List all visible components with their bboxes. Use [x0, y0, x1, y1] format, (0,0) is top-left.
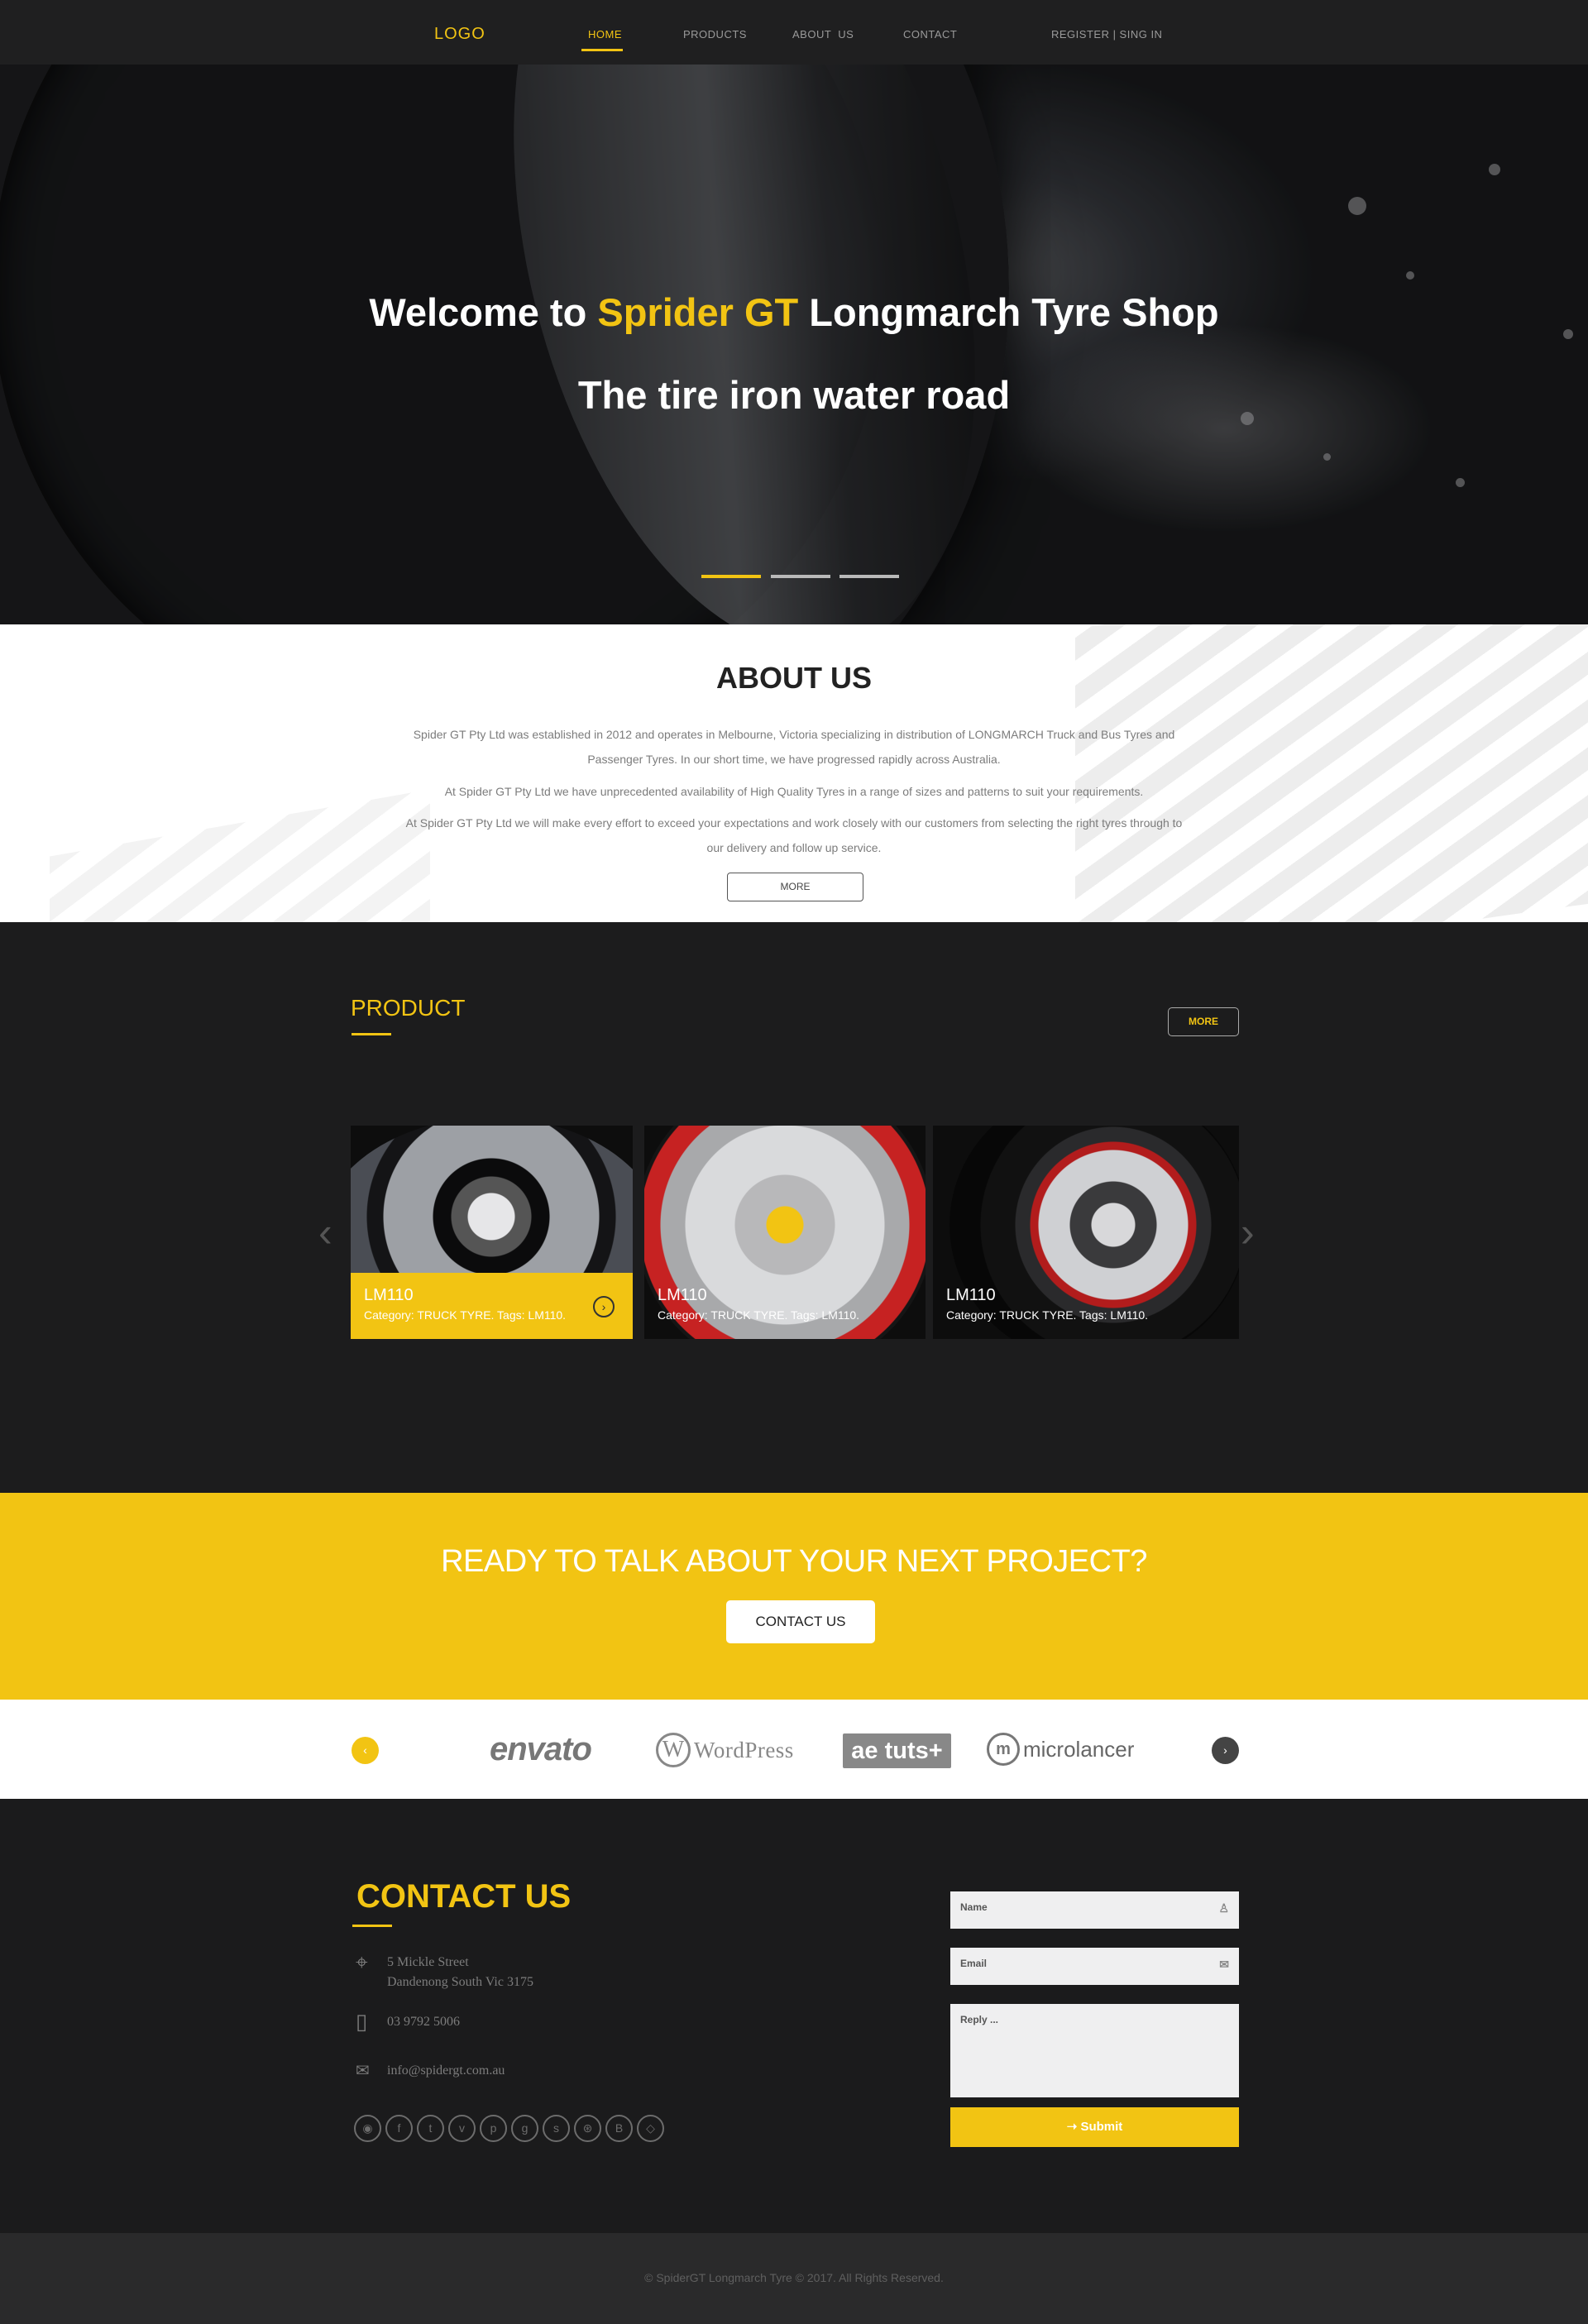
reply-textarea[interactable]: Reply ... [950, 2004, 1239, 2097]
name-field[interactable]: Name ♙ [950, 1891, 1239, 1929]
hero-overlay [0, 65, 1588, 624]
cta-section: READY TO TALK ABOUT YOUR NEXT PROJECT? C… [0, 1493, 1588, 1700]
behance-icon[interactable]: B [605, 2115, 633, 2142]
phone-number[interactable]: 03 9792 5006 [387, 2012, 635, 2032]
hero-title-prefix: Welcome to [369, 290, 598, 334]
product-name: LM110 [946, 1286, 996, 1304]
dribbble-icon[interactable]: ⊛ [574, 2115, 601, 2142]
microlancer-mark-icon: m [987, 1733, 1020, 1766]
product-title: PRODUCT [351, 995, 466, 1021]
name-placeholder: Name [960, 1901, 988, 1913]
hero-title-suffix: Longmarch Tyre Shop [798, 290, 1219, 334]
chevron-left-icon[interactable]: ‹ [352, 1737, 379, 1764]
about-paragraph-2: At Spider GT Pty Ltd we have unprecedent… [444, 785, 1144, 798]
map-pin-icon: ⌖ [356, 1950, 368, 1974]
product-card[interactable]: LM110 Category: TRUCK TYRE. Tags: LM110.… [351, 1126, 633, 1339]
hero-subtitle: The tire iron water road [577, 373, 1011, 417]
product-card[interactable]: LM110 Category: TRUCK TYRE. Tags: LM110. [933, 1126, 1239, 1339]
contact-title-underline [352, 1925, 392, 1927]
about-paragraph-1: Spider GT Pty Ltd was established in 201… [413, 728, 1175, 766]
pinterest-icon[interactable]: p [480, 2115, 507, 2142]
partners-strip: ‹ envato W WordPress ae tuts+ m microlance… [0, 1700, 1588, 1799]
about-title: ABOUT US [716, 661, 872, 695]
email-placeholder: Email [960, 1958, 988, 1969]
email-field[interactable]: Email ✉ [950, 1948, 1239, 1985]
tyre-tread-decoration-left [50, 789, 430, 922]
product-meta: Category: TRUCK TYRE. Tags: LM110. [364, 1308, 567, 1322]
vimeo-icon[interactable]: v [448, 2115, 476, 2142]
hero-title-brand: Sprider GT [597, 290, 799, 334]
mobile-phone-icon: ▯ [356, 2010, 368, 2034]
product-card-info: LM110 Category: TRUCK TYRE. Tags: LM110.… [351, 1273, 633, 1339]
skype-icon[interactable]: s [543, 2115, 570, 2142]
envato-logo[interactable]: envato [490, 1731, 592, 1768]
hero-banner: Welcome to Sprider GT Longmarch Tyre Sho… [0, 65, 1588, 624]
dropbox-icon[interactable]: ◇ [637, 2115, 664, 2142]
product-more-button[interactable]: MORE [1168, 1007, 1239, 1036]
slider-indicator-2[interactable] [771, 575, 830, 578]
chevron-right-icon[interactable]: › [1241, 1212, 1255, 1253]
copyright-text: © SpiderGT Longmarch Tyre © 2017. All Ri… [644, 2271, 944, 2284]
microlancer-logo[interactable]: m microlancer [987, 1733, 1134, 1766]
contact-section: CONTACT US ⌖ 5 Mickle Street Dandenong S… [0, 1799, 1588, 2233]
submit-label: Submit [1080, 2120, 1123, 2134]
chevron-right-circle-icon[interactable]: › [593, 1296, 615, 1317]
social-links: ◉ f t v p g s ⊛ B ◇ [354, 2115, 668, 2142]
email-address[interactable]: info@spidergt.com.au [387, 2061, 635, 2081]
nav-item-about-us[interactable]: ABOUT US [792, 28, 854, 41]
contact-title: CONTACT US [356, 1878, 572, 1915]
wordpress-logo[interactable]: W WordPress [656, 1733, 794, 1767]
nav-item-products[interactable]: PRODUCTS [683, 28, 747, 41]
product-name: LM110 [364, 1286, 414, 1304]
microlancer-wordmark: microlancer [1023, 1736, 1135, 1762]
slider-indicator-3[interactable] [839, 575, 899, 578]
chevron-right-icon[interactable]: › [1212, 1737, 1239, 1764]
nav-item-home[interactable]: HOME [588, 28, 622, 41]
google-plus-icon[interactable]: g [511, 2115, 538, 2142]
site-logo[interactable]: LOGO [434, 25, 485, 44]
user-icon: ♙ [1218, 1901, 1229, 1915]
ae-tuts-logo[interactable]: ae tuts+ [843, 1733, 951, 1768]
mail-icon: ✉ [1219, 1958, 1229, 1971]
address-line-2: Dandenong South Vic 3175 [387, 1975, 533, 1989]
top-navbar: LOGO HOME PRODUCTS ABOUT US CONTACT REGI… [0, 0, 1588, 65]
cta-title: READY TO TALK ABOUT YOUR NEXT PROJECT? [441, 1544, 1147, 1579]
nav-item-contact[interactable]: CONTACT [903, 28, 957, 41]
rss-icon[interactable]: ◉ [354, 2115, 381, 2142]
product-title-underline [352, 1033, 391, 1035]
site-footer: © SpiderGT Longmarch Tyre © 2017. All Ri… [0, 2233, 1588, 2324]
nav-register-signin-link[interactable]: REGISTER | SING IN [1051, 28, 1162, 41]
address-line-1: 5 Mickle Street [387, 1955, 469, 1969]
about-paragraph-3: At Spider GT Pty Ltd we will make every … [405, 816, 1183, 854]
nav-active-indicator [581, 49, 623, 51]
submit-button[interactable]: ➝ Submit [950, 2107, 1239, 2147]
product-meta: Category: TRUCK TYRE. Tags: LM110. [946, 1308, 1149, 1322]
about-more-button[interactable]: MORE [727, 873, 863, 901]
hero-title: Welcome to Sprider GT Longmarch Tyre Sho… [0, 289, 1588, 335]
arrow-right-icon: ➝ [1066, 2120, 1081, 2134]
contact-us-button[interactable]: CONTACT US [726, 1600, 875, 1643]
chevron-left-icon[interactable]: ‹ [318, 1212, 332, 1253]
facebook-icon[interactable]: f [385, 2115, 413, 2142]
reply-placeholder: Reply ... [960, 2014, 999, 2025]
wordpress-wordmark: WordPress [694, 1737, 794, 1762]
slider-indicator-1[interactable] [701, 575, 761, 578]
product-card-info: LM110 Category: TRUCK TYRE. Tags: LM110. [644, 1273, 926, 1339]
product-section: PRODUCT MORE ‹ › LM110 Category: TRUCK T… [0, 922, 1588, 1493]
product-name: LM110 [658, 1286, 707, 1304]
product-meta: Category: TRUCK TYRE. Tags: LM110. [658, 1308, 860, 1322]
wordpress-mark-icon: W [656, 1733, 691, 1767]
product-card-info: LM110 Category: TRUCK TYRE. Tags: LM110. [933, 1273, 1239, 1339]
product-card[interactable]: LM110 Category: TRUCK TYRE. Tags: LM110. [644, 1126, 926, 1339]
about-section: ABOUT US Spider GT Pty Ltd was establish… [0, 624, 1588, 922]
twitter-icon[interactable]: t [417, 2115, 444, 2142]
envelope-icon: ✉ [356, 2062, 370, 2080]
